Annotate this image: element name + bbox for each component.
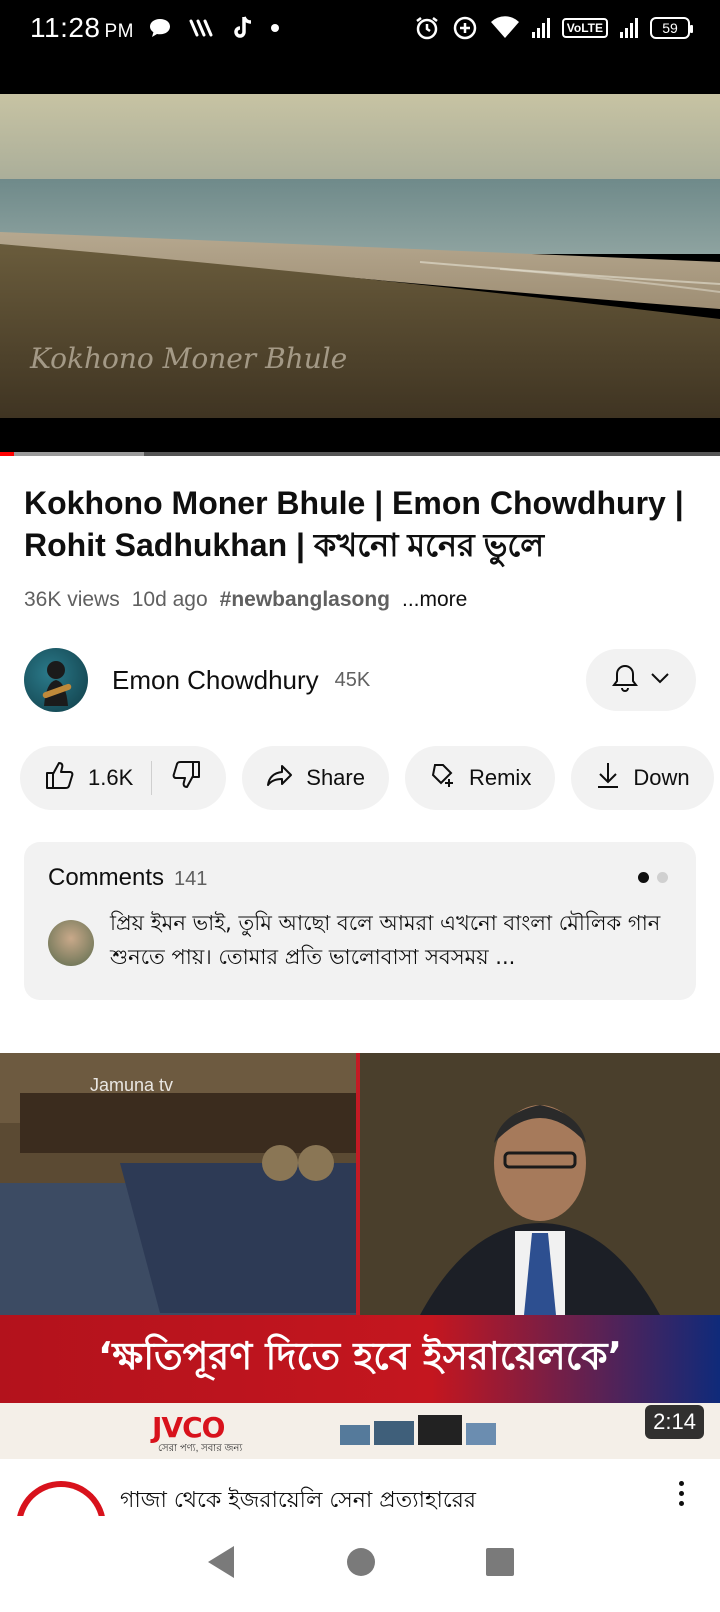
view-count: 36K views xyxy=(24,588,120,611)
progress-bar[interactable] xyxy=(0,452,720,456)
next-video-thumbnail[interactable]: Jamuna tv ‘ক্ষতিপূরণ দিতে হবে ইসরায়েলকে… xyxy=(0,1053,720,1459)
carousel-dot xyxy=(657,872,668,883)
video-frame[interactable]: Kokhono Moner Bhule xyxy=(0,94,720,418)
share-label: Share xyxy=(306,765,365,790)
status-bar: 11:28 PM VoLTE 59 xyxy=(0,0,720,56)
next-video-info[interactable]: গাজা থেকে ইজরায়েলি সেনা প্রত্যাহারের xyxy=(0,1459,720,1571)
battery-icon: 59 xyxy=(650,17,693,39)
channel-avatar[interactable] xyxy=(24,648,88,712)
comments-count: 141 xyxy=(174,868,208,890)
carousel-dot-active xyxy=(638,872,649,883)
video-meta[interactable]: 36K views 10d ago #newbanglasong ...more xyxy=(24,588,467,612)
remix-label: Remix xyxy=(468,765,532,790)
top-comment-text: প্রিয় ইমন ভাই, তুমি আছো বলে আমরা এখনো ব… xyxy=(110,911,661,969)
more-link[interactable]: ...more xyxy=(402,588,467,612)
commenter-avatar[interactable] xyxy=(48,920,94,966)
next-video-title[interactable]: গাজা থেকে ইজরায়েলি সেনা প্রত্যাহারের xyxy=(120,1483,476,1520)
alarm-icon xyxy=(414,15,440,41)
more-vert-icon[interactable] xyxy=(679,1481,684,1506)
download-button[interactable]: Down xyxy=(571,746,714,810)
nav-back-icon[interactable] xyxy=(204,1544,238,1585)
channel-row[interactable]: Emon Chowdhury 45K xyxy=(24,648,696,712)
system-nav-bar xyxy=(0,1516,720,1612)
hashtag-link[interactable]: #newbanglasong xyxy=(220,588,390,612)
thumbnail-caption: ‘ক্ষতিপূরণ দিতে হবে ইসরায়েলকে’ xyxy=(97,1334,623,1378)
like-count: 1.6K xyxy=(88,765,134,790)
sponsor-logo: JVCO xyxy=(152,1411,225,1444)
download-icon xyxy=(595,761,621,795)
wifi-calling-icon xyxy=(188,17,216,39)
notification-settings-button[interactable] xyxy=(586,649,696,711)
notification-dot-icon xyxy=(270,23,280,33)
chat-bubble-icon xyxy=(148,17,172,39)
video-watermark: Kokhono Moner Bhule xyxy=(30,342,348,375)
channel-watermark: Jamuna tv xyxy=(90,1075,174,1095)
comments-card[interactable]: Comments 141 প্রিয় ইমন ভাই, তুমি আছো বল… xyxy=(24,842,696,1000)
nav-recents-icon[interactable] xyxy=(484,1546,516,1583)
progress-buffer xyxy=(0,452,144,456)
carousel-dots xyxy=(638,872,668,883)
sponsor-tagline: সেরা পণ্য, সবার জন্য xyxy=(158,1443,243,1454)
share-icon xyxy=(266,763,294,793)
wifi-icon xyxy=(490,16,520,40)
nav-home-icon[interactable] xyxy=(345,1546,377,1583)
share-button[interactable]: Share xyxy=(242,746,389,810)
video-duration: 2:14 xyxy=(645,1405,704,1439)
video-player[interactable]: Kokhono Moner Bhule xyxy=(0,56,720,456)
channel-name[interactable]: Emon Chowdhury xyxy=(112,665,319,696)
like-dislike-button[interactable]: 1.6K xyxy=(20,746,227,810)
volte-badge: VoLTE xyxy=(561,18,608,38)
like-divider xyxy=(151,761,153,795)
remix-icon xyxy=(429,761,457,795)
signal-icon xyxy=(531,18,550,38)
tiktok-icon xyxy=(232,15,254,41)
thumbs-up-icon[interactable] xyxy=(44,760,76,796)
data-saver-icon xyxy=(452,15,478,41)
bell-icon xyxy=(612,663,638,698)
video-title[interactable]: Kokhono Moner Bhule | Emon Chowdhury | R… xyxy=(24,482,696,566)
action-buttons: 1.6K Share Remix Down xyxy=(20,746,714,810)
status-time: 11:28 PM xyxy=(30,12,134,43)
download-label: Down xyxy=(633,765,690,790)
comments-header: Comments 141 xyxy=(48,864,207,892)
subscriber-count: 45K xyxy=(334,668,371,691)
comments-label: Comments xyxy=(48,864,165,891)
remix-button[interactable]: Remix xyxy=(404,746,556,810)
thumbs-down-icon[interactable] xyxy=(170,760,202,796)
upload-age: 10d ago xyxy=(131,588,208,611)
thumbnail-caption-band: ‘ক্ষতিপূরণ দিতে হবে ইসরায়েলকে’ xyxy=(0,1315,720,1403)
sponsor-band: JVCO সেরা পণ্য, সবার জন্য xyxy=(0,1403,720,1459)
chevron-down-icon xyxy=(650,671,670,689)
signal-icon-2 xyxy=(620,18,638,38)
progress-fill xyxy=(0,452,15,456)
sponsor-products-image xyxy=(340,1415,496,1445)
